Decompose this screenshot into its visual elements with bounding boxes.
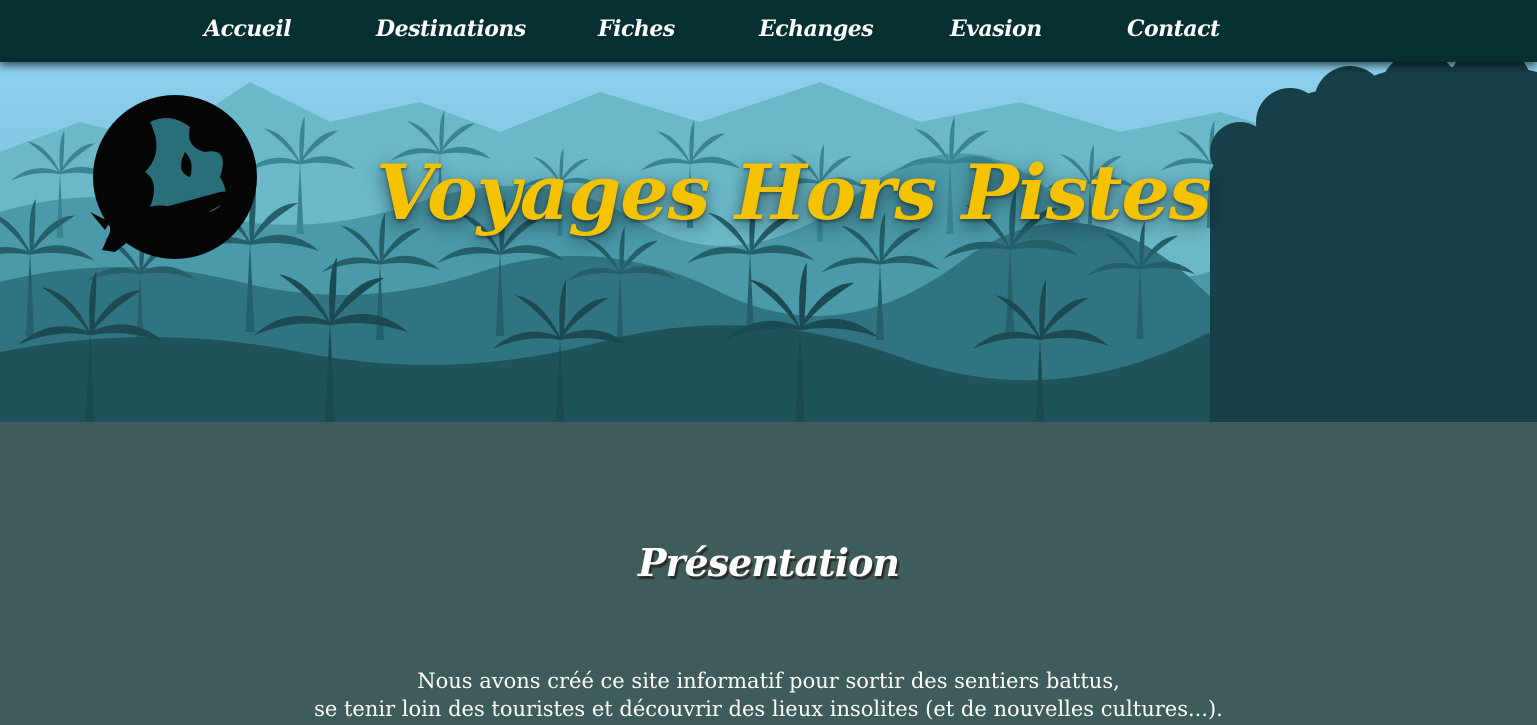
nav-link-destinations[interactable]: Destinations <box>376 16 526 42</box>
presentation-section: Présentation Nous avons créé ce site inf… <box>0 422 1537 725</box>
nav-link-evasion[interactable]: Evasion <box>950 16 1042 42</box>
intro-line-1: Nous avons créé ce site informatif pour … <box>417 669 1120 693</box>
nav-link-accueil[interactable]: Accueil <box>204 16 292 42</box>
nav-link-contact[interactable]: Contact <box>1127 16 1220 42</box>
header-banner: Voyages Hors Pistes <box>0 62 1537 422</box>
intro-paragraph: Nous avons créé ce site informatif pour … <box>0 667 1537 723</box>
site-title: Voyages Hors Pistes <box>376 148 1212 237</box>
main-navigation: Accueil Destinations Fiches Echanges Eva… <box>0 0 1537 62</box>
intro-line-2: se tenir loin des touristes et découvrir… <box>314 697 1223 721</box>
nav-link-fiches[interactable]: Fiches <box>598 16 675 42</box>
nav-link-echanges[interactable]: Echanges <box>759 16 874 42</box>
globe-airplane-icon <box>90 95 257 259</box>
section-title: Présentation <box>637 540 900 585</box>
